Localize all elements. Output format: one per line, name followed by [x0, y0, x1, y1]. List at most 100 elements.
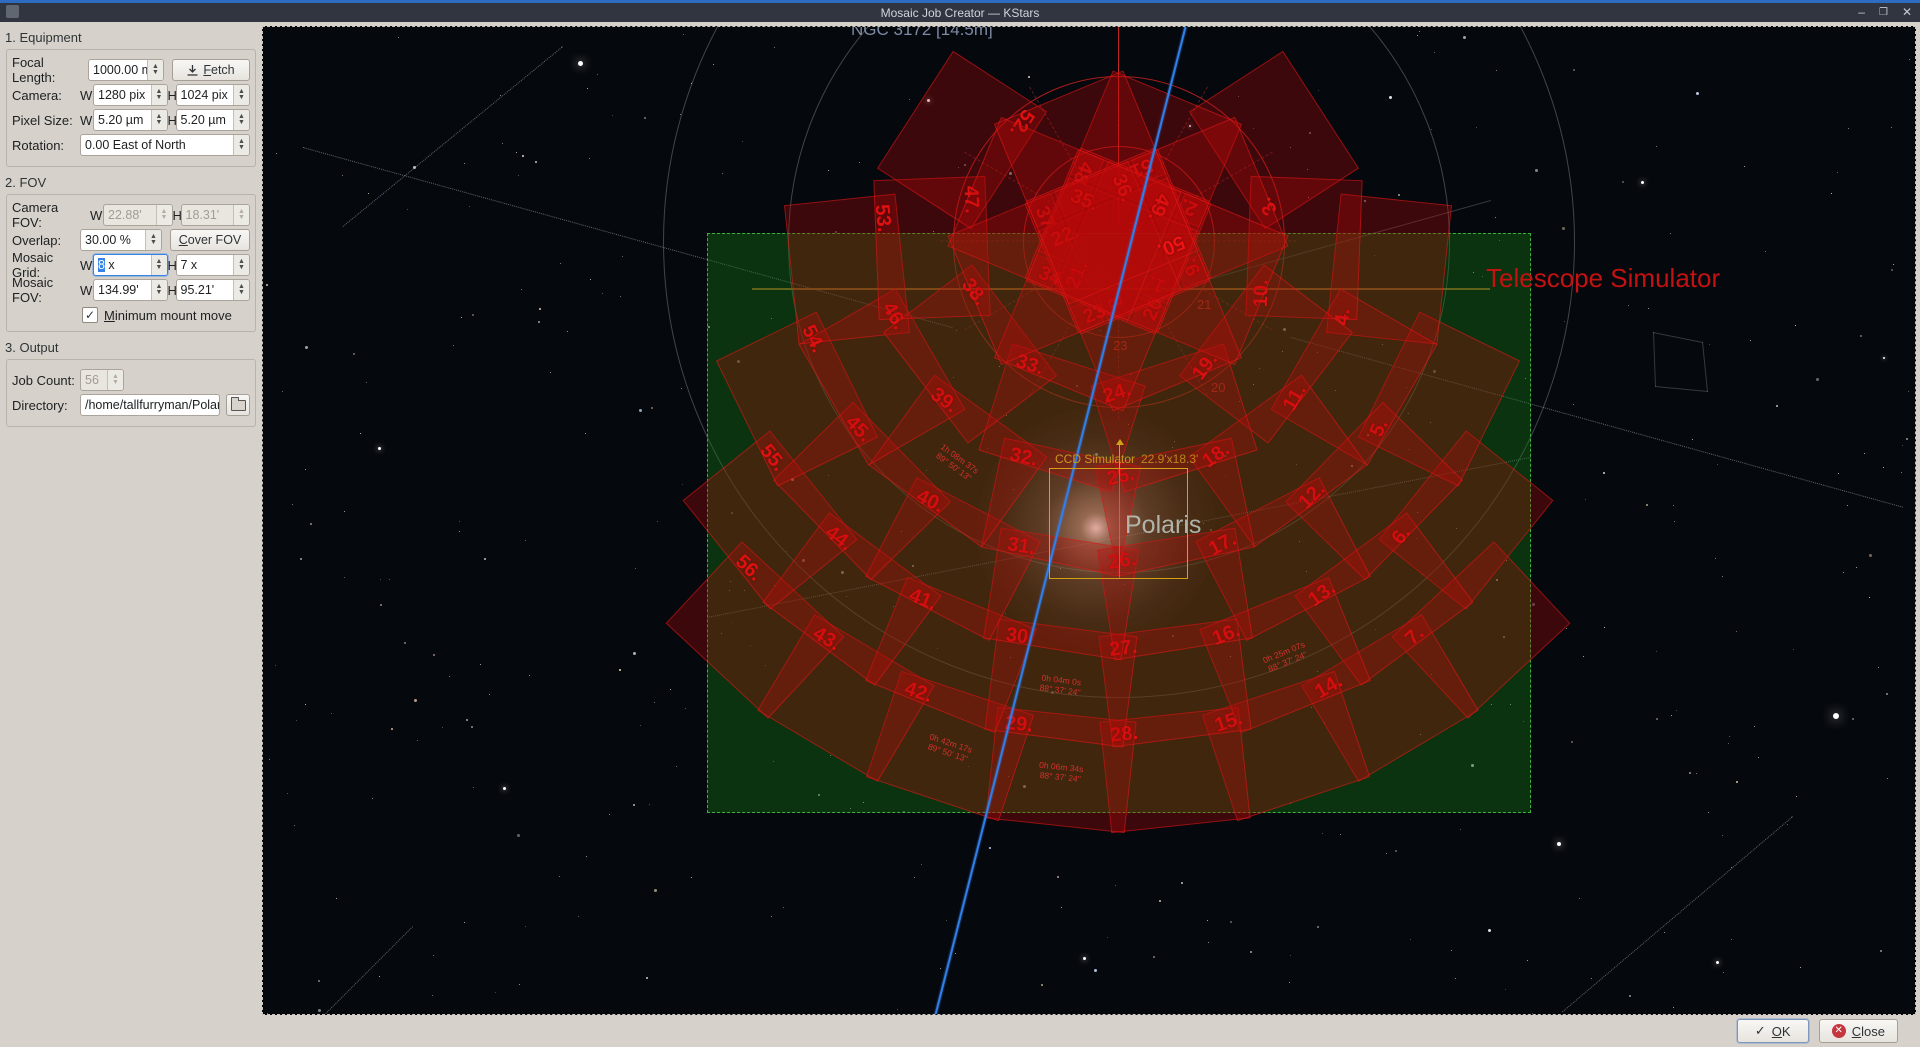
ccd-simulator-label: CCD Simulator [1055, 452, 1135, 466]
star [1410, 939, 1411, 940]
star [1656, 718, 1658, 720]
star [433, 654, 435, 656]
tile-coordinates: 0h 25m 07s88° 37' 24" [1261, 639, 1310, 674]
star [1207, 920, 1208, 921]
star [1153, 956, 1155, 958]
star [529, 675, 530, 676]
star [914, 877, 915, 878]
mosaic-grid-width-spinbox[interactable]: 8 x ▲▼ [93, 254, 168, 276]
browse-directory-button[interactable] [226, 394, 250, 416]
pixel-height-spinbox[interactable]: 5.20 µm ▲▼ [176, 109, 251, 131]
dialog-footer: ✓ OK ✕ Close [0, 1015, 1920, 1047]
star [946, 920, 947, 921]
maximize-button-icon[interactable]: ❒ [1879, 3, 1888, 22]
star [305, 469, 306, 470]
mosaic-grid-height-spinbox[interactable]: 7 x ▲▼ [176, 254, 251, 276]
star [1723, 972, 1724, 973]
star [1722, 576, 1723, 577]
bright-star [1833, 713, 1839, 719]
star [276, 153, 277, 154]
minimum-mount-move-checkbox[interactable]: ✓ [82, 307, 98, 323]
star [897, 1009, 898, 1010]
star [331, 713, 332, 714]
equipment-groupbox: Focal Length: 1000.00 mm ▲▼ Fetch Camera… [6, 49, 256, 167]
close-button[interactable]: ✕ Close [1819, 1019, 1898, 1043]
bright-star [1557, 842, 1561, 846]
star [1729, 736, 1730, 737]
star [292, 504, 293, 505]
cover-fov-button[interactable]: Cover FOV [170, 229, 250, 251]
star [380, 579, 381, 580]
star [1061, 907, 1062, 908]
fetch-button[interactable]: Fetch [172, 59, 250, 81]
star [1488, 929, 1491, 932]
camera-height-spinbox[interactable]: 1024 pix ▲▼ [176, 84, 251, 106]
star [1891, 269, 1893, 271]
star [1505, 989, 1506, 990]
star [407, 209, 408, 210]
directory-input[interactable]: /home/tallfurryman/Polaris [80, 394, 220, 416]
star [1041, 984, 1043, 986]
star [489, 694, 490, 695]
rotation-spinbox[interactable]: 0.00 East of North ▲▼ [80, 134, 250, 156]
job-count-label: Job Count: [12, 373, 80, 388]
star [459, 531, 460, 532]
bright-star [1083, 957, 1086, 960]
star [1908, 391, 1909, 392]
star [1583, 656, 1584, 657]
star [1579, 898, 1580, 899]
star [1709, 344, 1710, 345]
sky-line [1653, 332, 1656, 387]
ok-button[interactable]: ✓ OK [1737, 1019, 1809, 1043]
star [495, 992, 496, 993]
focal-length-value[interactable]: 1000.00 mm [89, 60, 147, 80]
star [654, 889, 657, 892]
camera-width-spinbox[interactable]: 1280 pix ▲▼ [93, 84, 168, 106]
star [1648, 308, 1649, 309]
star [682, 484, 683, 485]
star [1864, 453, 1865, 454]
star [771, 916, 772, 917]
bright-star [378, 447, 381, 450]
star [940, 968, 941, 969]
titlebar: Mosaic Job Creator — KStars – ❒ ✕ [0, 3, 1920, 22]
star [539, 308, 541, 310]
star [1340, 834, 1341, 835]
star [344, 511, 345, 512]
focal-length-spin-buttons[interactable]: ▲▼ [147, 60, 163, 80]
star [654, 702, 655, 703]
selected-text: 8 [98, 258, 105, 272]
star [1289, 982, 1290, 983]
focal-length-spinbox[interactable]: 1000.00 mm ▲▼ [88, 59, 164, 81]
star [480, 664, 481, 665]
star [635, 568, 636, 569]
tile-coordinates: 0h 42m 17s89° 50' 13" [925, 732, 973, 765]
star [516, 152, 517, 153]
star [1566, 628, 1567, 629]
bright-star [1883, 357, 1885, 359]
star [525, 926, 526, 927]
mosaic-fov-height-spinbox[interactable]: 95.21' ▲▼ [176, 279, 251, 301]
star [1696, 92, 1699, 95]
star [1696, 773, 1697, 774]
overlap-label: Overlap: [12, 233, 80, 248]
minimize-button-icon[interactable]: – [1858, 3, 1865, 22]
star [1451, 950, 1452, 951]
star [305, 704, 306, 705]
overlap-spinbox[interactable]: 30.00 % ▲▼ [80, 229, 162, 251]
star [1604, 627, 1605, 628]
close-button-icon[interactable]: ✕ [1902, 3, 1912, 22]
star [1230, 921, 1232, 923]
mosaic-fov-width-spinbox[interactable]: 134.99' ▲▼ [93, 279, 168, 301]
star [464, 922, 465, 923]
pixel-width-spinbox[interactable]: 5.20 µm ▲▼ [93, 109, 168, 131]
directory-label: Directory: [12, 398, 80, 413]
sky-map-view[interactable]: 23222120 7. 14. 15. 28. 29.0h 06m 34s88°… [262, 26, 1916, 1015]
star [414, 699, 417, 702]
star [398, 37, 399, 38]
star [1856, 567, 1857, 568]
star [1689, 772, 1691, 774]
star [1906, 438, 1908, 440]
star [1909, 59, 1910, 60]
close-circle-icon: ✕ [1832, 1024, 1846, 1038]
